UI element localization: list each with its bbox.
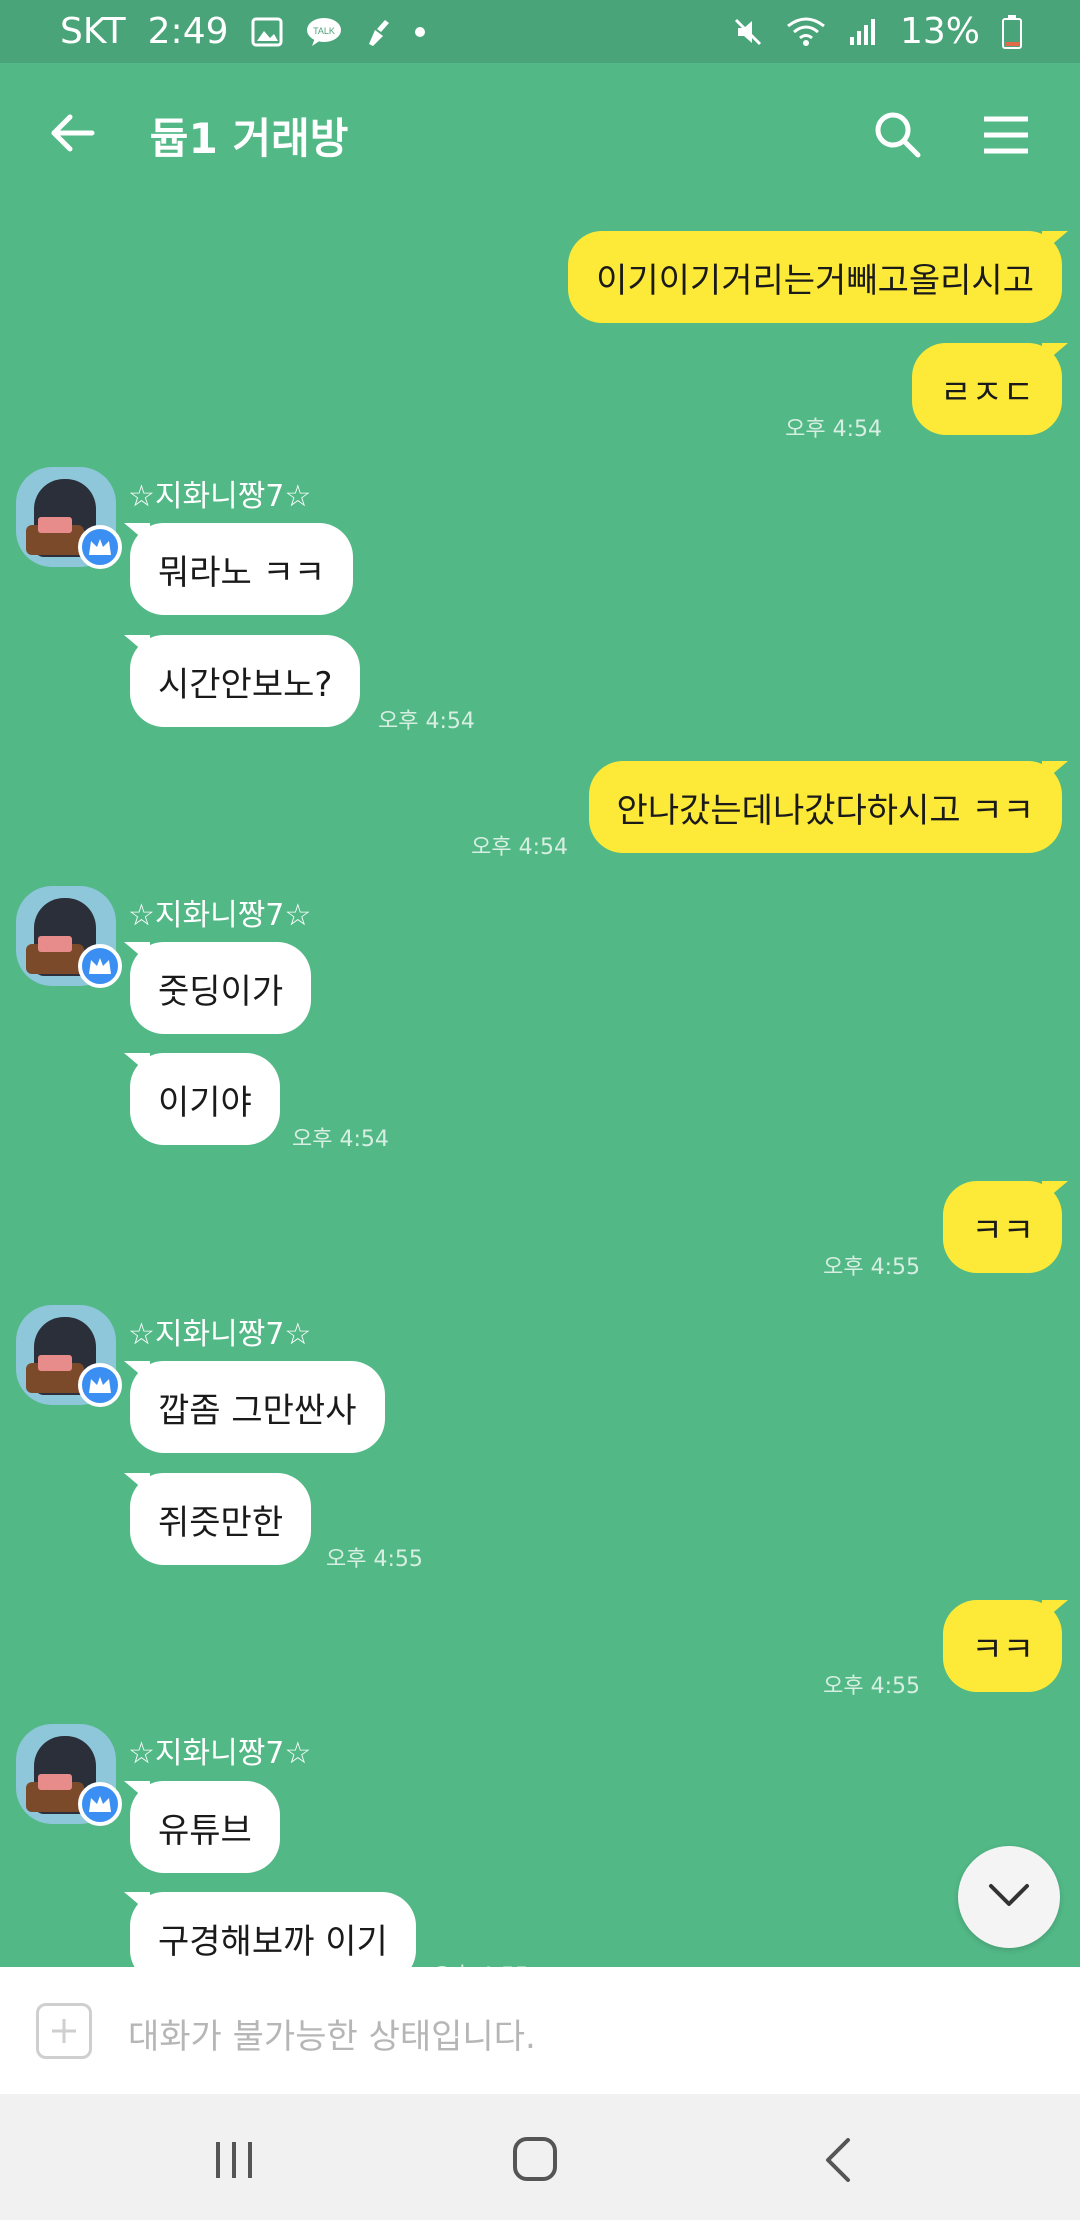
message-bubble[interactable]: 뭐라노 ㅋㅋ: [123, 523, 354, 615]
battery-percent: 13%: [899, 11, 980, 52]
plus-icon[interactable]: [36, 2003, 92, 2059]
message-bubble[interactable]: 구경해보까 이기: [124, 1892, 416, 1967]
mute-icon: [732, 16, 764, 48]
message-bubble[interactable]: ㄹㅈㄷ: [912, 343, 1068, 435]
status-bar: SKT 2:49 TALK 13%: [0, 0, 1080, 63]
back-icon[interactable]: [822, 2138, 852, 2186]
home-icon[interactable]: [512, 2136, 558, 2186]
chat-header: 듑1 거래방: [0, 63, 1080, 203]
message-bubble[interactable]: 안나갔는데나갔다하시고 ㅋㅋ: [588, 761, 1069, 853]
talk-icon: TALK: [305, 16, 343, 48]
input-disabled-hint: 대화가 불가능한 상태입니다.: [128, 2017, 536, 2057]
svg-text:TALK: TALK: [313, 26, 335, 36]
sender-name: ☆지화니짱7☆: [128, 1317, 312, 1352]
message-bubble[interactable]: ㅋㅋ: [943, 1600, 1068, 1692]
message-input-bar: 대화가 불가능한 상태입니다.: [0, 1967, 1080, 2094]
clock-label: 2:49: [147, 11, 229, 52]
system-nav-bar: [0, 2094, 1080, 2220]
dot-icon: [414, 26, 425, 37]
scroll-to-bottom-button[interactable]: [958, 1846, 1060, 1948]
message-bubble[interactable]: 유튜브: [124, 1781, 280, 1873]
avatar[interactable]: [16, 467, 122, 569]
message-time: 오후 4:54: [471, 835, 568, 860]
message-bubble[interactable]: 시간안보노?: [123, 635, 361, 727]
message-time: 오후 4:54: [378, 709, 475, 734]
image-icon: [251, 17, 283, 47]
message-bubble[interactable]: 깝좀 그만싼사: [124, 1361, 385, 1453]
signal-icon: [848, 17, 878, 47]
crown-icon: [78, 525, 122, 569]
message-bubble[interactable]: 이기이기거리는거빼고올리시고: [568, 231, 1068, 323]
avatar[interactable]: [16, 1305, 122, 1407]
recent-apps-icon[interactable]: [212, 2140, 256, 2184]
message-bubble[interactable]: 쥐즛만한: [123, 1473, 312, 1565]
crown-icon: [78, 1363, 122, 1407]
avatar[interactable]: [16, 1724, 122, 1826]
message-time: 오후 4:54: [292, 1127, 389, 1152]
message-bubble[interactable]: 줏딩이가: [123, 942, 312, 1034]
battery-icon: [1002, 14, 1022, 49]
message-bubble[interactable]: 이기야: [124, 1053, 280, 1145]
message-bubble[interactable]: ㅋㅋ: [943, 1181, 1068, 1273]
sender-name: ☆지화니짱7☆: [128, 1736, 312, 1771]
back-arrow-icon[interactable]: [48, 113, 96, 157]
message-time: 오후 4:55: [326, 1547, 423, 1572]
crown-icon: [78, 944, 122, 988]
crown-icon: [78, 1782, 122, 1826]
chat-area[interactable]: 이기이기거리는거빼고올리시고 ㄹㅈㄷ 오후 4:54 ☆지화니짱7☆ 뭐라노 ㅋ…: [0, 203, 1080, 1967]
search-icon[interactable]: [872, 109, 924, 165]
message-time: 오후 4:54: [785, 417, 882, 442]
chat-room-title: 듑1 거래방: [150, 114, 349, 163]
message-time: 오후 4:55: [823, 1255, 920, 1280]
sender-name: ☆지화니짱7☆: [128, 479, 312, 514]
broom-icon: [365, 18, 393, 46]
sender-name: ☆지화니짱7☆: [128, 898, 312, 933]
chevron-down-icon: [987, 1882, 1031, 1912]
message-time: 오후 4:55: [432, 1958, 529, 1967]
avatar[interactable]: [16, 886, 122, 988]
carrier-label: SKT: [60, 11, 126, 52]
message-time: 오후 4:55: [823, 1674, 920, 1699]
menu-icon[interactable]: [982, 115, 1030, 159]
wifi-icon: [786, 16, 826, 48]
